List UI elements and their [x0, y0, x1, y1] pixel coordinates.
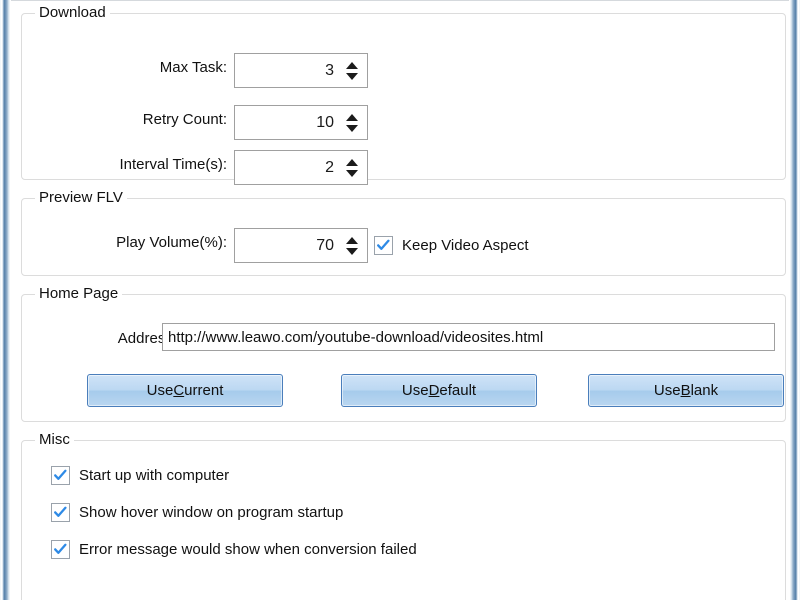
group-preview-flv-legend: Preview FLV [35, 189, 127, 207]
start-up-with-computer-label: Start up with computer [79, 466, 230, 484]
settings-client-area: Download Max Task: 3 Retry Count: 10 Int… [11, 0, 789, 600]
window-border-left [0, 0, 11, 600]
group-misc-legend: Misc [35, 431, 74, 449]
checkmark-icon [54, 469, 67, 480]
spinner-up-icon[interactable] [346, 61, 358, 69]
use-blank-button-prefix: Use [653, 382, 681, 399]
checkbox-box[interactable] [374, 236, 393, 255]
group-home-page: Home Page Address: http://www.leawo.com/… [21, 285, 786, 422]
use-default-button-suffix: efault [439, 382, 477, 399]
use-current-button-suffix: urrent [184, 382, 224, 399]
checkbox-box[interactable] [51, 540, 70, 559]
checkmark-icon [54, 543, 67, 554]
interval-time-spinner[interactable]: 2 [234, 150, 368, 185]
max-task-value[interactable]: 3 [235, 54, 341, 87]
spinner-up-icon[interactable] [346, 113, 358, 121]
window-border-right [789, 0, 800, 600]
spinner-up-icon[interactable] [346, 158, 358, 166]
max-task-spinner[interactable]: 3 [234, 53, 368, 88]
spinner-down-icon[interactable] [346, 124, 358, 132]
group-misc: Misc Start up with computer Show hover w… [21, 431, 786, 600]
client-top-divider [11, 0, 789, 1]
use-default-button-accel: D [428, 382, 440, 399]
group-preview-flv: Preview FLV Play Volume(%): 70 Keep Vide… [21, 189, 786, 276]
retry-count-spinner-arrows[interactable] [341, 106, 367, 139]
retry-count-label: Retry Count: [142, 111, 227, 128]
start-up-with-computer-checkbox[interactable]: Start up with computer [51, 466, 229, 485]
retry-count-spinner[interactable]: 10 [234, 105, 368, 140]
use-blank-button[interactable]: Use Blank [588, 374, 784, 407]
group-download: Download Max Task: 3 Retry Count: 10 Int… [21, 4, 786, 185]
spinner-down-icon[interactable] [346, 247, 358, 255]
play-volume-spinner-arrows[interactable] [341, 229, 367, 262]
use-blank-button-suffix: lank [690, 382, 719, 399]
group-download-legend: Download [35, 4, 110, 22]
address-label: Address: [117, 330, 177, 347]
interval-time-spinner-arrows[interactable] [341, 151, 367, 184]
play-volume-label: Play Volume(%): [116, 234, 227, 251]
max-task-label: Max Task: [159, 59, 227, 76]
spinner-down-icon[interactable] [346, 72, 358, 80]
spinner-down-icon[interactable] [346, 169, 358, 177]
checkmark-icon [54, 506, 67, 517]
use-current-button-accel: C [173, 382, 185, 399]
error-message-on-failure-label: Error message would show when conversion… [79, 540, 417, 558]
interval-time-label: Interval Time(s): [119, 156, 227, 173]
use-current-button-prefix: Use [146, 382, 174, 399]
retry-count-value[interactable]: 10 [235, 106, 341, 139]
use-blank-button-accel: B [680, 382, 691, 399]
interval-time-value[interactable]: 2 [235, 151, 341, 184]
error-message-on-failure-checkbox[interactable]: Error message would show when conversion… [51, 540, 417, 559]
play-volume-value[interactable]: 70 [235, 229, 341, 262]
settings-window: Download Max Task: 3 Retry Count: 10 Int… [0, 0, 800, 600]
keep-video-aspect-checkbox[interactable]: Keep Video Aspect [374, 236, 529, 255]
group-home-page-legend: Home Page [35, 285, 123, 303]
address-input[interactable]: http://www.leawo.com/youtube-download/vi… [162, 323, 775, 351]
checkbox-box[interactable] [51, 466, 70, 485]
spinner-up-icon[interactable] [346, 236, 358, 244]
keep-video-aspect-label: Keep Video Aspect [402, 236, 529, 254]
checkmark-icon [377, 239, 390, 250]
show-hover-window-label: Show hover window on program startup [79, 503, 344, 521]
checkbox-box[interactable] [51, 503, 70, 522]
show-hover-window-checkbox[interactable]: Show hover window on program startup [51, 503, 343, 522]
use-default-button-prefix: Use [401, 382, 429, 399]
max-task-spinner-arrows[interactable] [341, 54, 367, 87]
play-volume-spinner[interactable]: 70 [234, 228, 368, 263]
use-current-button[interactable]: Use Current [87, 374, 283, 407]
use-default-button[interactable]: Use Default [341, 374, 537, 407]
